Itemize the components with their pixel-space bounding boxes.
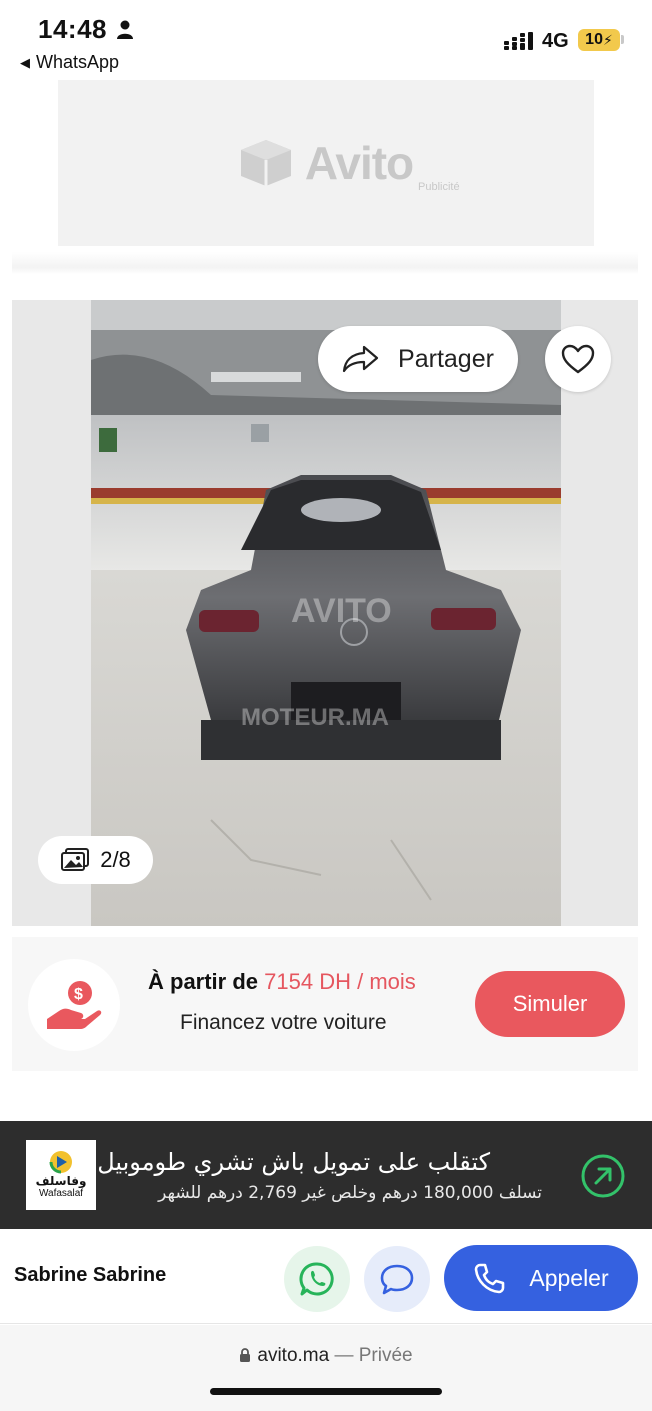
financing-icon-circle: $ xyxy=(28,959,120,1051)
url-domain: avito.ma xyxy=(257,1345,330,1366)
ad-brand: Avito xyxy=(304,137,414,189)
call-label: Appeler xyxy=(529,1264,609,1291)
car-photo[interactable]: AVITO MOTEUR.MA xyxy=(91,300,561,926)
contact-bar: Sabrine Sabrine Appeler xyxy=(0,1232,652,1324)
external-arrow-icon[interactable] xyxy=(580,1153,626,1199)
financing-headline: À partir de 7154 DH / mois xyxy=(148,969,416,995)
chat-button[interactable] xyxy=(364,1246,430,1312)
back-app-label: WhatsApp xyxy=(36,52,120,72)
financing-card: $ À partir de 7154 DH / mois Financez vo… xyxy=(12,937,638,1071)
share-label: Partager xyxy=(398,344,494,373)
battery-cap xyxy=(621,35,624,44)
heart-icon xyxy=(561,344,595,374)
url-separator: — xyxy=(329,1345,359,1366)
whatsapp-button[interactable] xyxy=(284,1246,350,1312)
avito-box-icon xyxy=(240,140,291,186)
lock-icon xyxy=(240,1348,251,1362)
seller-name: Sabrine Sabrine xyxy=(14,1264,167,1286)
clock: 14:48 xyxy=(38,14,107,44)
ad-banner[interactable]: Avito Publicité xyxy=(58,80,594,246)
browser-address-bar[interactable]: avito.ma — Privée xyxy=(0,1325,652,1411)
simulate-button[interactable]: Simuler xyxy=(475,971,625,1037)
money-hand-icon: $ xyxy=(47,981,102,1029)
photo-counter-label: 2/8 xyxy=(100,847,131,872)
svg-text:$: $ xyxy=(74,986,83,1003)
photo-counter: 2/8 xyxy=(38,836,153,884)
avito-watermark: AVITO xyxy=(291,592,392,630)
favorite-button[interactable] xyxy=(545,326,611,392)
wafasalaf-logo-latin: Wafasalaf xyxy=(38,1188,84,1199)
financing-price: 7154 DH / mois xyxy=(264,969,416,994)
whatsapp-icon xyxy=(299,1262,334,1296)
charging-icon: ⚡ xyxy=(602,31,613,48)
network-type: 4G xyxy=(542,30,569,52)
car-photo-illustration: AVITO MOTEUR.MA xyxy=(91,300,561,926)
wafasalaf-logo-arabic: وفاسلف xyxy=(35,1174,87,1188)
back-arrow-icon: ◀ xyxy=(20,54,30,70)
wafasalaf-title: كتقلب على تمويل باش تشري طوموبيل ؟ xyxy=(76,1148,490,1176)
divider xyxy=(12,252,638,274)
moteur-watermark: MOTEUR.MA xyxy=(241,704,389,731)
signal-icon xyxy=(504,32,533,50)
avito-logo: Avito xyxy=(239,136,414,190)
gallery-icon xyxy=(61,848,90,871)
chat-bubble-icon xyxy=(380,1264,414,1295)
battery-level: 10 xyxy=(585,31,603,48)
url-display[interactable]: avito.ma — Privée xyxy=(0,1345,652,1367)
share-button[interactable]: Partager xyxy=(318,326,518,392)
call-button[interactable]: Appeler xyxy=(444,1245,638,1311)
financing-subtitle: Financez votre voiture xyxy=(180,1011,387,1034)
battery-indicator: 10 ⚡ xyxy=(578,29,620,51)
share-icon xyxy=(342,345,379,373)
person-icon xyxy=(117,20,133,39)
back-to-app-link[interactable]: ◀ WhatsApp xyxy=(20,52,119,73)
home-indicator[interactable] xyxy=(210,1388,442,1395)
wafasalaf-banner[interactable]: وفاسلف Wafasalaf كتقلب على تمويل باش تشر… xyxy=(0,1121,652,1229)
ad-label: Publicité xyxy=(418,181,460,193)
private-mode-label: Privée xyxy=(358,1345,413,1366)
photo-gallery[interactable]: AVITO MOTEUR.MA Partager 2/8 xyxy=(12,300,638,926)
phone-icon xyxy=(475,1263,505,1294)
wafasalaf-logo-icon xyxy=(49,1151,72,1174)
status-bar: 14:48 ◀ WhatsApp 4G 10 ⚡ xyxy=(0,0,652,78)
wafasalaf-subtitle: تسلف 180,000 درهم وخلص غير 2,769 درهم لل… xyxy=(158,1183,542,1203)
financing-prefix: À partir de xyxy=(148,969,259,994)
